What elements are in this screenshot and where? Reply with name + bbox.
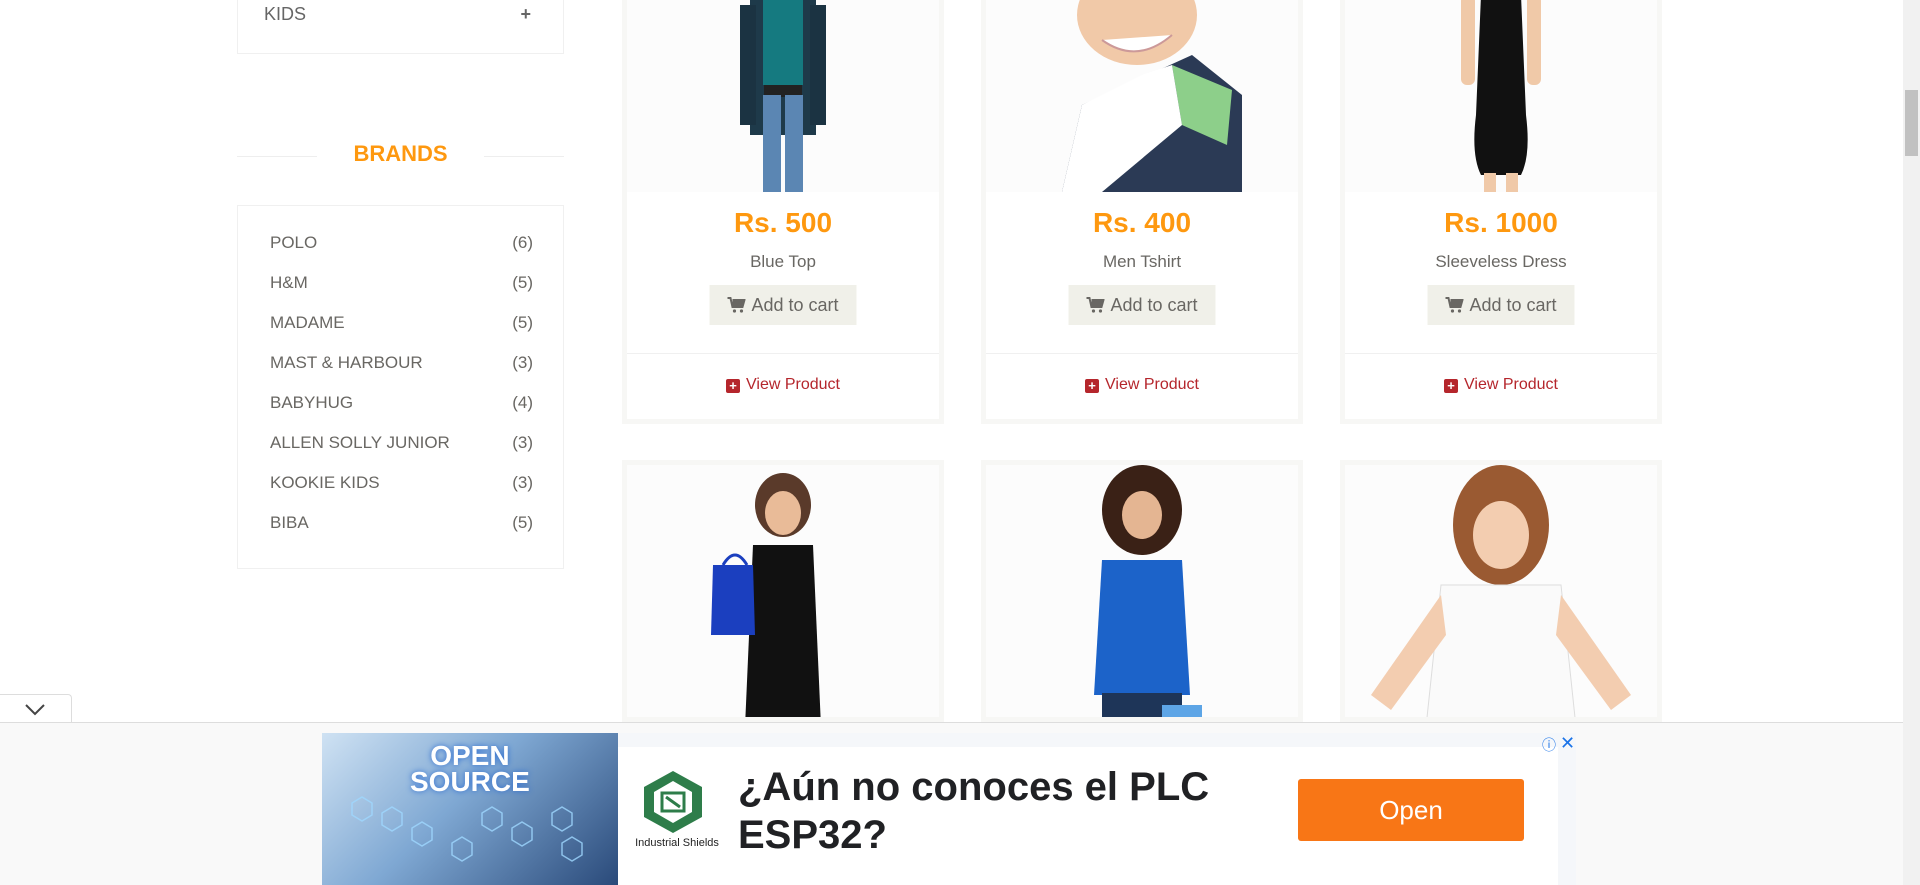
ad-open-button[interactable]: Open [1298, 779, 1524, 841]
view-product-label: View Product [746, 376, 840, 393]
product-card [1340, 460, 1662, 722]
brands-list: POLO (6) H&M (5) MADAME (5) MAST & HARBO… [237, 205, 564, 569]
product-card [981, 460, 1303, 722]
brand-item-allen-solly-junior[interactable]: ALLEN SOLLY JUNIOR (3) [270, 433, 533, 463]
brands-heading: BRANDS [237, 138, 564, 170]
ad-banner[interactable]: OPEN SOURCE Industrial Shields ¿Aún no c… [322, 733, 1576, 885]
category-kids[interactable]: KIDS + [237, 0, 564, 54]
view-product-label: View Product [1464, 376, 1558, 393]
brand-count: (3) [512, 433, 533, 452]
brand-count: (3) [512, 473, 533, 492]
brand-name: POLO [270, 233, 318, 252]
add-to-cart-label: Add to cart [1469, 295, 1557, 315]
close-icon[interactable]: ✕ [1560, 733, 1575, 754]
brand-count: (5) [512, 313, 533, 332]
product-price: Rs. 400 [1092, 207, 1192, 238]
cart-icon [1086, 297, 1105, 313]
view-product-link[interactable]: + View Product [627, 376, 939, 394]
brand-name: H&M [270, 273, 308, 292]
chevron-down-icon [25, 704, 45, 716]
info-icon[interactable]: ⓘ [1542, 735, 1556, 755]
add-to-cart-label: Add to cart [751, 295, 839, 315]
divider [627, 353, 939, 354]
brand-name: ALLEN SOLLY JUNIOR [270, 433, 450, 452]
brand-item-hm[interactable]: H&M (5) [270, 273, 533, 303]
brand-item-mast-harbour[interactable]: MAST & HARBOUR (3) [270, 353, 533, 383]
brand-item-madame[interactable]: MADAME (5) [270, 313, 533, 343]
product-name: Blue Top [750, 252, 816, 271]
product-image-woman-blue-sweater [986, 465, 1298, 717]
product-image-woman-black-dress [1345, 0, 1657, 192]
scrollbar-thumb[interactable] [1905, 90, 1918, 156]
brand-count: (6) [512, 233, 533, 252]
brand-count: (5) [512, 273, 533, 292]
brand-name: MAST & HARBOUR [270, 353, 423, 372]
brand-name: MADAME [270, 313, 345, 332]
ad-card[interactable]: Industrial Shields ¿Aún no conoces el PL… [618, 747, 1558, 885]
brand-item-babyhug[interactable]: BABYHUG (4) [270, 393, 533, 423]
divider [1345, 353, 1657, 354]
ad-headline[interactable]: ¿Aún no conoces el PLC ESP32? [738, 763, 1258, 859]
product-name: Men Tshirt [1102, 252, 1182, 271]
add-to-cart-button[interactable]: Add to cart [1068, 285, 1216, 325]
cart-icon [727, 297, 746, 313]
plus-icon[interactable]: + [520, 4, 531, 25]
brands-title: BRANDS [353, 141, 448, 166]
add-to-cart-button[interactable]: Add to cart [709, 285, 857, 325]
product-card: Rs. 500 Blue Top Add to cart + View Produ… [622, 0, 944, 424]
brand-name: BABYHUG [270, 393, 354, 412]
view-product-link[interactable]: + View Product [1345, 376, 1657, 394]
divider [484, 156, 564, 157]
brand-name: KOOKIE KIDS [270, 473, 380, 492]
product-name: Sleeveless Dress [1435, 252, 1567, 271]
divider [986, 353, 1298, 354]
ad-collapse-button[interactable] [0, 694, 72, 722]
product-price: Rs. 1000 [1444, 207, 1558, 238]
product-card: Rs. 1000 Sleeveless Dress Add to cart + V… [1340, 0, 1662, 424]
add-to-cart-label: Add to cart [1110, 295, 1198, 315]
product-image-man-tshirt [986, 0, 1298, 192]
plus-square-icon: + [1444, 379, 1458, 393]
brand-item-polo[interactable]: POLO (6) [270, 233, 533, 263]
brand-item-kookie-kids[interactable]: KOOKIE KIDS (3) [270, 473, 533, 503]
product-image-woman-blue-top [627, 0, 939, 192]
plus-square-icon: + [726, 379, 740, 393]
product-card: Rs. 400 Men Tshirt Add to cart + View Pro… [981, 0, 1303, 424]
cart-icon [1445, 297, 1464, 313]
page-scrollbar[interactable] [1903, 0, 1920, 885]
plus-square-icon: + [1085, 379, 1099, 393]
category-label: KIDS [264, 4, 307, 24]
view-product-link[interactable]: + View Product [986, 376, 1298, 394]
product-image-woman-black-dress-shopping-bag [627, 465, 939, 717]
brand-item-biba[interactable]: BIBA (5) [270, 513, 533, 543]
product-image-girl-white-tshirt [1345, 465, 1657, 717]
brand-count: (5) [512, 513, 533, 532]
ad-brand: Industrial Shields [635, 837, 719, 849]
industrial-shields-logo: Industrial Shields [635, 769, 719, 857]
view-product-label: View Product [1105, 376, 1199, 393]
brand-name: BIBA [270, 513, 309, 532]
add-to-cart-button[interactable]: Add to cart [1427, 285, 1575, 325]
product-price: Rs. 500 [733, 207, 833, 238]
brand-count: (3) [512, 353, 533, 372]
ad-image: OPEN SOURCE [322, 733, 618, 885]
brand-count: (4) [512, 393, 533, 412]
product-card [622, 460, 944, 722]
